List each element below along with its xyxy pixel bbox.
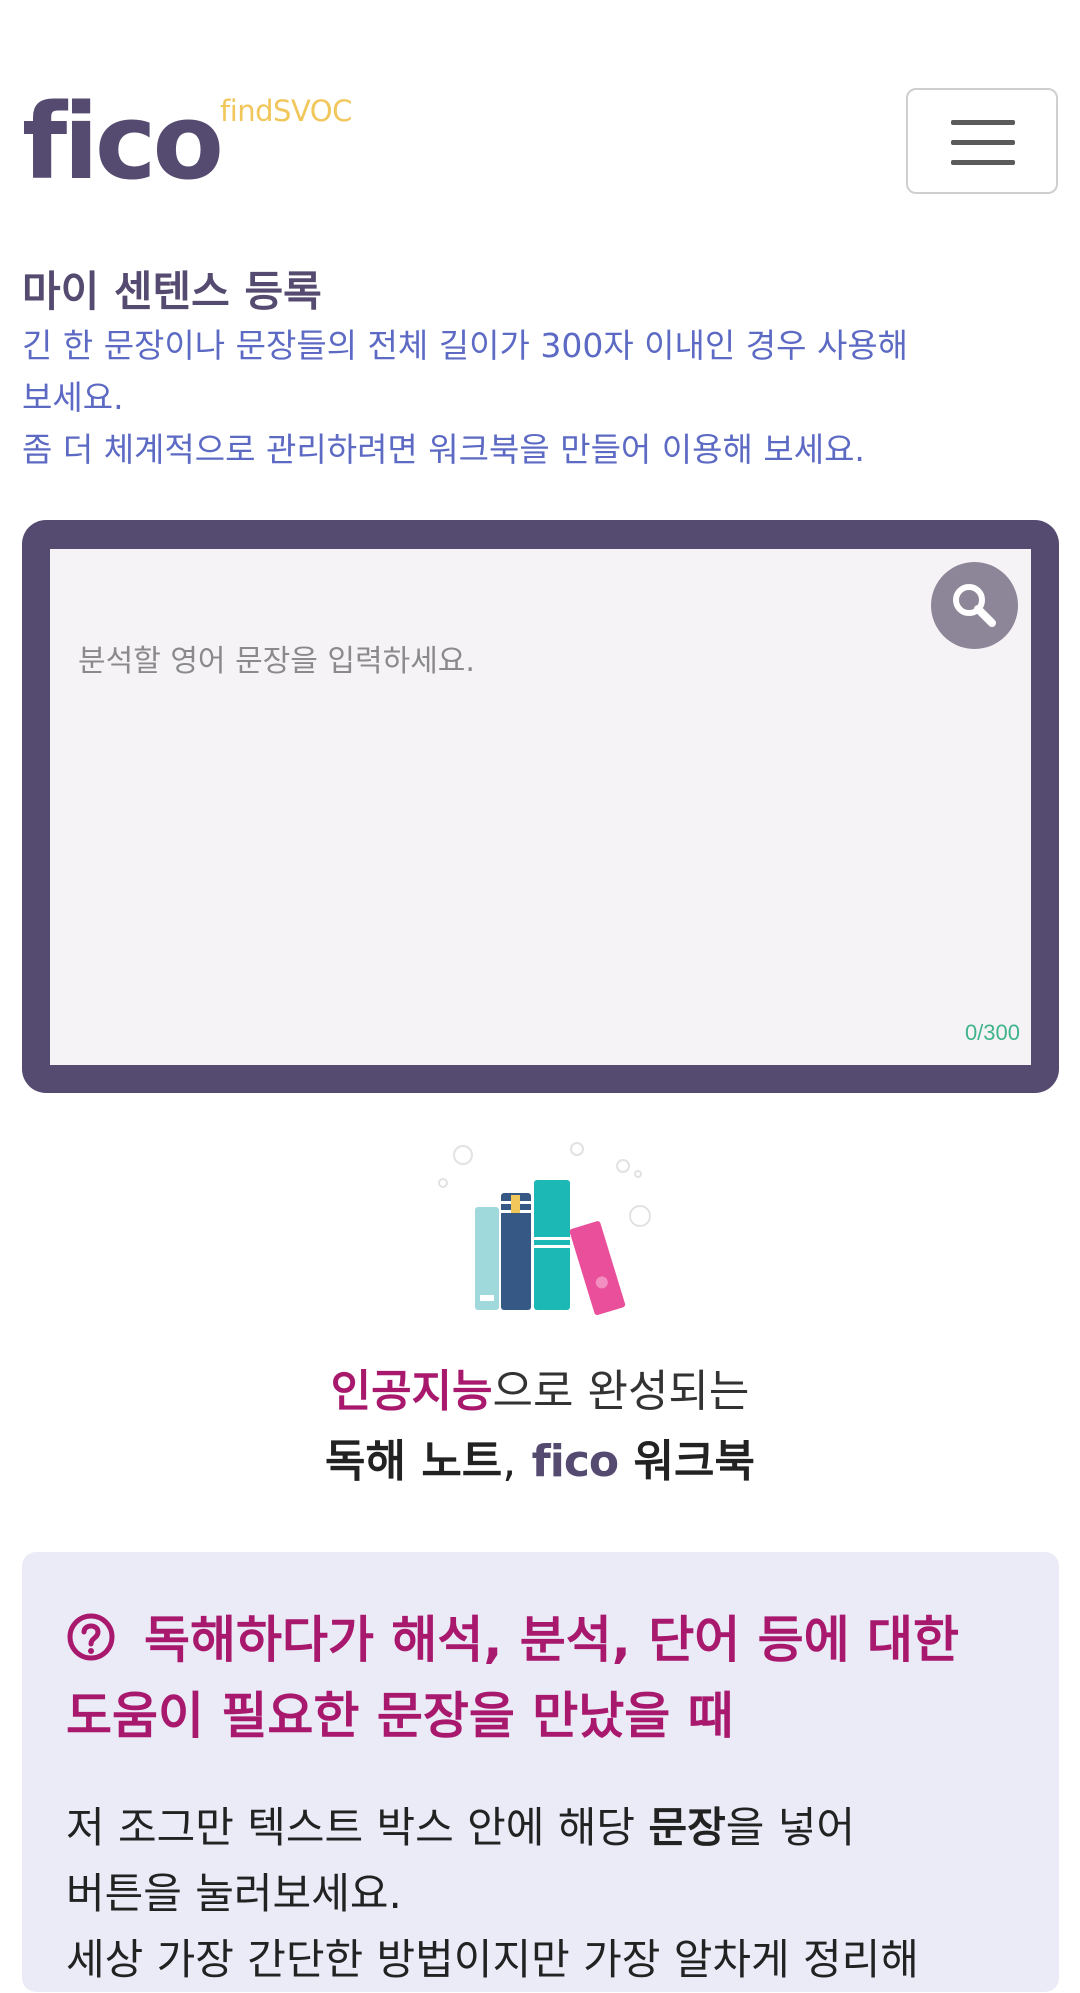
promo-heading-line-2: 독해 노트, fico 워크북 — [0, 1425, 1080, 1489]
promo-line2-comma: , — [502, 1436, 517, 1487]
sentence-textarea[interactable] — [50, 549, 1031, 1065]
help-info-body-line-2: 버튼을 눌러보세요. — [66, 1869, 402, 1918]
help-info-title-line-1: 독해하다가 해석, 분석, 단어 등에 대한 — [144, 1611, 960, 1669]
promo-highlight: 인공지능 — [330, 1366, 493, 1417]
description-line-3: 좀 더 체계적으로 관리하려면 워크북을 만들어 이용해 보세요. — [22, 430, 865, 469]
promo-line2-b: 워크북 — [633, 1436, 755, 1487]
fico-logo[interactable]: fico findSVOC — [22, 81, 352, 203]
description-line-2: 보세요. — [22, 378, 124, 417]
menu-icon — [951, 120, 1015, 125]
promo-line2-a: 독해 노트 — [325, 1436, 503, 1487]
promo-heading-line-1: 인공지능으로 완성되는 — [0, 1355, 1080, 1419]
page-description: 긴 한 문장이나 문장들의 전체 길이가 300자 이내인 경우 사용해 보세요… — [22, 320, 1042, 476]
header: fico findSVOC — [0, 0, 1080, 230]
help-info-title-line-2: 도움이 필요한 문장을 만났을 때 — [66, 1687, 734, 1745]
analyze-search-button[interactable] — [931, 562, 1018, 649]
books-illustration — [438, 1142, 651, 1315]
help-info-body: 저 조그만 텍스트 박스 안에 해당 문장을 넣어 버튼을 눌러보세요. 세상 … — [66, 1795, 1046, 1993]
logo-text: fico — [22, 81, 224, 203]
help-info-body-line-1: 저 조그만 텍스트 박스 안에 해당 문장을 넣어 — [66, 1803, 855, 1852]
promo-brand: fico — [531, 1436, 620, 1487]
description-line-1: 긴 한 문장이나 문장들의 전체 길이가 300자 이내인 경우 사용해 — [22, 326, 909, 365]
promo-line1-rest: 으로 완성되는 — [492, 1366, 750, 1417]
help-info-body-bold: 문장 — [648, 1803, 726, 1852]
character-counter: 0/300 — [964, 1020, 1020, 1045]
menu-button[interactable] — [906, 88, 1058, 194]
logo-subtitle: findSVOC — [220, 94, 352, 128]
help-info-title: 독해하다가 해석, 분석, 단어 등에 대한 도움이 필요한 문장을 만났을 때 — [66, 1602, 1026, 1754]
help-info-body-line-3: 세상 가장 간단한 방법이지만 가장 알차게 정리해 — [66, 1935, 919, 1984]
page-title: 마이 센텐스 등록 — [22, 267, 322, 316]
sentence-textarea-placeholder: 분석할 영어 문장을 입력하세요. — [78, 644, 475, 679]
search-icon — [953, 584, 996, 627]
